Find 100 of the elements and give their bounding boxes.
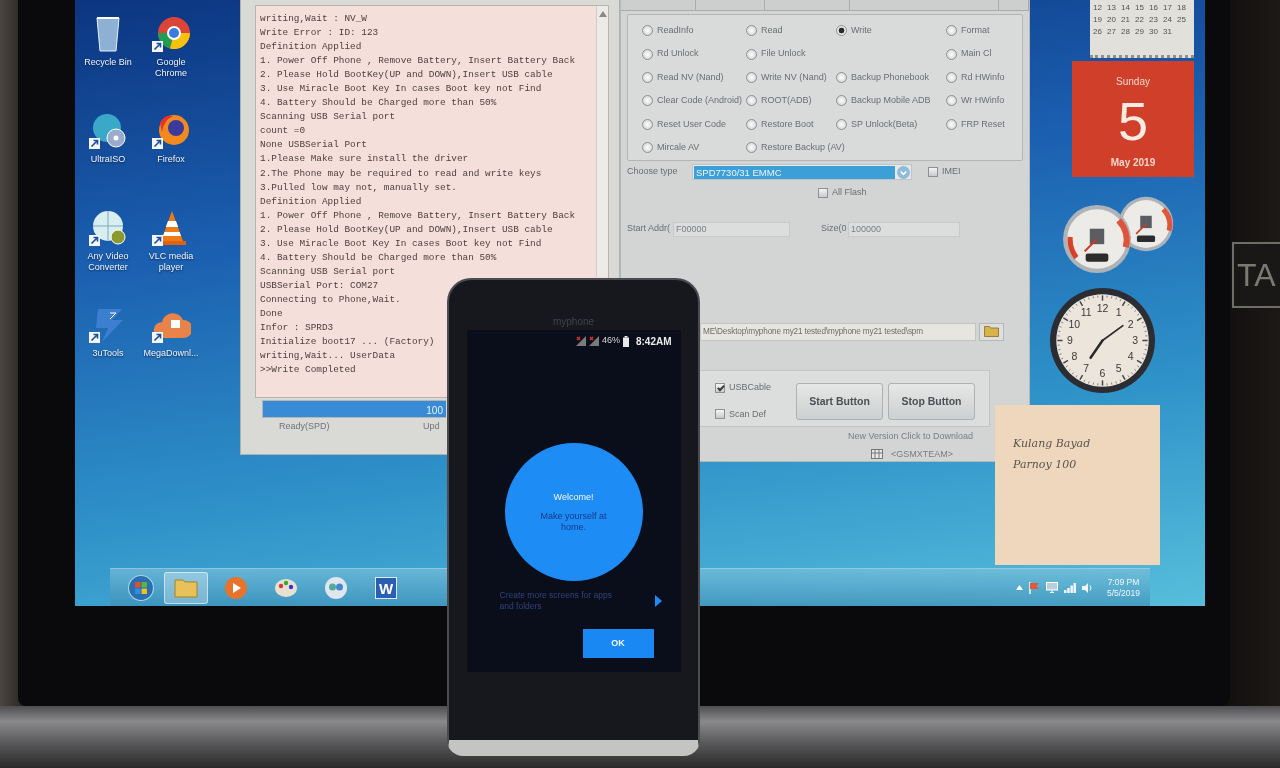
radio-option[interactable]: Restore Backup (AV) <box>746 140 845 155</box>
calendar-day[interactable]: 25 <box>1177 14 1191 26</box>
radio-option[interactable]: Format <box>946 23 990 38</box>
radio-option[interactable]: Main Cl <box>946 47 992 61</box>
radio-icon[interactable] <box>642 142 653 154</box>
checkbox-option[interactable]: Scan Def <box>715 407 791 421</box>
radio-icon[interactable] <box>946 48 957 60</box>
radio-icon[interactable] <box>746 142 757 154</box>
radio-option[interactable]: Wr HWinfo <box>946 94 1005 108</box>
scroll-up-icon[interactable] <box>598 11 607 17</box>
radio-option[interactable]: ReadInfo <box>642 23 694 38</box>
radio-option[interactable]: Backup Phonebook <box>836 70 930 85</box>
radio-option[interactable]: Backup Mobile ADB <box>836 94 931 108</box>
icon-label[interactable]: Recycle Bin <box>84 57 132 68</box>
icon-label[interactable]: Any Video Converter <box>77 251 139 273</box>
ok-button[interactable]: OK <box>582 629 654 658</box>
monitor-icon[interactable] <box>1045 582 1058 593</box>
checkbox-option[interactable]: All Flash <box>818 186 867 200</box>
taskbar-button[interactable] <box>164 571 208 604</box>
radio-option[interactable]: Write <box>836 23 872 38</box>
radio-icon[interactable] <box>746 118 757 130</box>
icon-label[interactable]: UltraISO <box>90 154 126 165</box>
radio-option[interactable]: Clear Code (Android) <box>642 94 743 108</box>
icon-label[interactable]: 3uTools <box>92 348 124 359</box>
next-arrow-icon[interactable] <box>654 595 662 607</box>
action-button[interactable]: Start Button <box>796 383 883 420</box>
calendar-day[interactable]: 27 <box>1107 26 1121 38</box>
radio-option[interactable]: Restore Boot <box>746 117 814 131</box>
window-tab[interactable] <box>765 0 850 11</box>
signal-bars-icon[interactable] <box>1063 582 1076 593</box>
round-browser-icon[interactable] <box>151 14 191 54</box>
calendar-day[interactable]: 12 <box>1093 2 1107 14</box>
radio-option[interactable]: FRP Reset <box>946 117 1005 131</box>
calendar-day[interactable]: 13 <box>1107 2 1121 14</box>
calendar-day[interactable]: 14 <box>1121 2 1135 14</box>
calendar-day[interactable]: 18 <box>1177 2 1191 14</box>
disc-globe-icon[interactable] <box>88 111 128 151</box>
checkbox-icon[interactable] <box>715 409 725 420</box>
file-path-field[interactable]: ME\Desktop\myphone my21 tested\myphone my21 tested\spm <box>700 322 976 341</box>
icon-label[interactable]: Google Chrome <box>140 57 202 79</box>
radio-option[interactable]: Rd HWinfo <box>946 70 1005 85</box>
radio-icon[interactable] <box>746 95 757 107</box>
window-tab[interactable] <box>999 0 1029 11</box>
checkbox-icon[interactable] <box>715 382 725 393</box>
radio-option[interactable]: File Unlock <box>746 47 806 61</box>
radio-option[interactable]: Read <box>746 23 783 38</box>
expand-icon[interactable] <box>1015 585 1023 590</box>
calendar-day[interactable]: 16 <box>1149 2 1163 14</box>
radio-icon[interactable] <box>746 71 757 83</box>
checkbox-icon[interactable] <box>928 167 938 177</box>
calendar-day[interactable]: 24 <box>1163 14 1177 26</box>
radio-option[interactable]: Reset User Code <box>642 117 727 131</box>
calendar-day[interactable]: 15 <box>1135 2 1149 14</box>
globe-icon[interactable] <box>88 208 128 248</box>
chip-type-dropdown[interactable]: SPD7730/31 EMMC <box>692 164 912 180</box>
icon-label[interactable]: Firefox <box>157 154 185 165</box>
checkbox-option[interactable]: USBCable <box>715 381 791 395</box>
radio-icon[interactable] <box>836 25 847 37</box>
radio-option[interactable]: Write NV (Nand) <box>746 70 827 85</box>
radio-icon[interactable] <box>946 25 957 37</box>
calendar-day[interactable]: 29 <box>1135 26 1149 38</box>
scrollbar[interactable] <box>596 6 608 277</box>
flag-icon[interactable] <box>1028 581 1040 594</box>
start-button[interactable] <box>128 574 154 601</box>
radio-option[interactable]: Rd Unlock <box>642 47 699 61</box>
window-tab[interactable] <box>621 0 696 11</box>
radio-icon[interactable] <box>642 48 653 60</box>
window-tab[interactable] <box>849 0 1000 11</box>
radio-option[interactable]: SP Unlock(Beta) <box>836 117 918 131</box>
calendar-day[interactable]: 17 <box>1163 2 1177 14</box>
icon-label[interactable]: MegaDownl... <box>143 348 199 359</box>
radio-option[interactable]: Read NV (Nand) <box>642 70 724 85</box>
calendar-day[interactable]: 31 <box>1163 26 1177 38</box>
calendar-day[interactable]: 20 <box>1107 14 1121 26</box>
radio-option[interactable]: ROOT(ADB) <box>746 94 812 108</box>
calendar-day[interactable]: 26 <box>1093 26 1107 38</box>
action-button[interactable]: Stop Button <box>888 383 975 420</box>
checkbox-option[interactable]: IMEI <box>928 165 961 179</box>
browse-button[interactable] <box>979 322 1004 341</box>
radio-icon[interactable] <box>642 118 653 130</box>
radio-icon[interactable] <box>746 25 757 37</box>
radio-icon[interactable] <box>836 71 847 83</box>
calendar-day[interactable]: 28 <box>1121 26 1135 38</box>
radio-icon[interactable] <box>642 95 653 107</box>
radio-icon[interactable] <box>946 118 957 130</box>
update-link[interactable]: New Version Click to Download <box>847 430 973 444</box>
speaker-icon[interactable] <box>1081 582 1093 593</box>
radio-icon[interactable] <box>946 95 957 107</box>
calendar-day[interactable]: 23 <box>1149 14 1163 26</box>
calendar-day[interactable]: 21 <box>1121 14 1135 26</box>
clock-date[interactable]: 5/5/2019 <box>1106 587 1140 599</box>
taskbar-button[interactable]: W <box>364 571 408 604</box>
icon-label[interactable]: VLC media player <box>140 251 202 273</box>
window-tab[interactable] <box>695 0 766 11</box>
calendar-day[interactable]: 30 <box>1149 26 1163 38</box>
radio-icon[interactable] <box>642 71 653 83</box>
radio-icon[interactable] <box>946 71 957 83</box>
radio-icon[interactable] <box>836 118 847 130</box>
radio-icon[interactable] <box>836 95 847 107</box>
radio-option[interactable]: Mircale AV <box>642 140 700 155</box>
